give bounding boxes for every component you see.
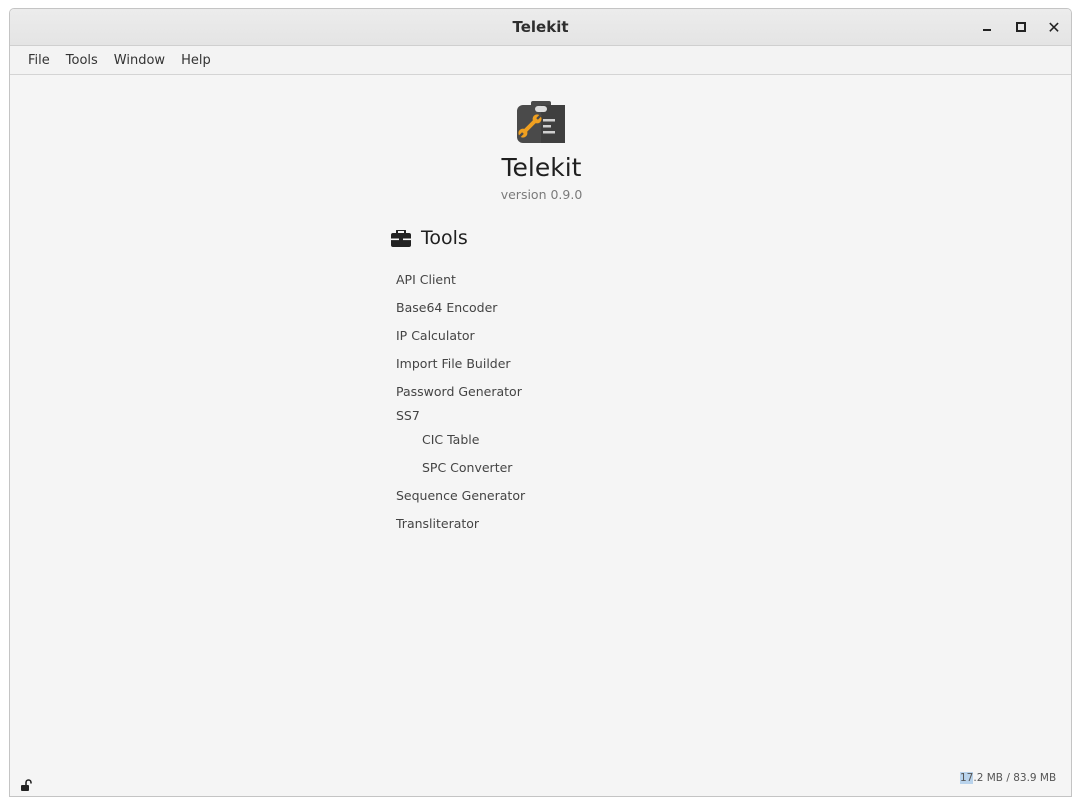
app-version: version 0.9.0 (500, 187, 583, 202)
memory-indicator: 17.2 MB / 83.9 MB (960, 772, 1056, 784)
tool-base64-encoder[interactable]: Base64 Encoder (396, 300, 497, 315)
tool-password-generator[interactable]: Password Generator (396, 384, 522, 399)
maximize-icon (1016, 22, 1026, 32)
main-content: Telekit version 0.9.0 Tools API Client B… (10, 75, 1071, 796)
app-logo-icon (517, 101, 565, 143)
memory-separator: / (1003, 772, 1014, 784)
menu-tools[interactable]: Tools (58, 53, 106, 68)
menu-help[interactable]: Help (173, 53, 219, 68)
minimize-icon (983, 29, 991, 31)
menu-file[interactable]: File (20, 53, 58, 68)
tool-spc-converter[interactable]: SPC Converter (422, 460, 512, 475)
unlock-icon[interactable] (20, 778, 34, 792)
menu-bar: File Tools Window Help (10, 46, 1071, 75)
tool-transliterator[interactable]: Transliterator (396, 516, 479, 531)
tool-group-ss7: SS7 (396, 408, 420, 423)
minimize-button[interactable] (976, 16, 998, 38)
toolbox-icon (391, 229, 411, 247)
close-icon: ✕ (1047, 17, 1061, 37)
window-title: Telekit (512, 18, 569, 36)
tools-section-header: Tools (391, 227, 468, 249)
tool-ip-calculator[interactable]: IP Calculator (396, 328, 475, 343)
tools-title: Tools (421, 227, 468, 249)
memory-total: 83.9 MB (1013, 772, 1057, 784)
app-window: Telekit ✕ File Tools Window Help Telekit… (9, 8, 1072, 797)
title-bar[interactable]: Telekit ✕ (10, 9, 1071, 46)
app-name: Telekit (501, 153, 582, 182)
tool-sequence-generator[interactable]: Sequence Generator (396, 488, 525, 503)
close-button[interactable]: ✕ (1043, 16, 1065, 38)
memory-used: 17.2 MB (960, 772, 1003, 784)
menu-window[interactable]: Window (106, 53, 173, 68)
tool-import-file-builder[interactable]: Import File Builder (396, 356, 511, 371)
tool-api-client[interactable]: API Client (396, 272, 456, 287)
maximize-button[interactable] (1010, 16, 1032, 38)
tool-cic-table[interactable]: CIC Table (422, 432, 479, 447)
